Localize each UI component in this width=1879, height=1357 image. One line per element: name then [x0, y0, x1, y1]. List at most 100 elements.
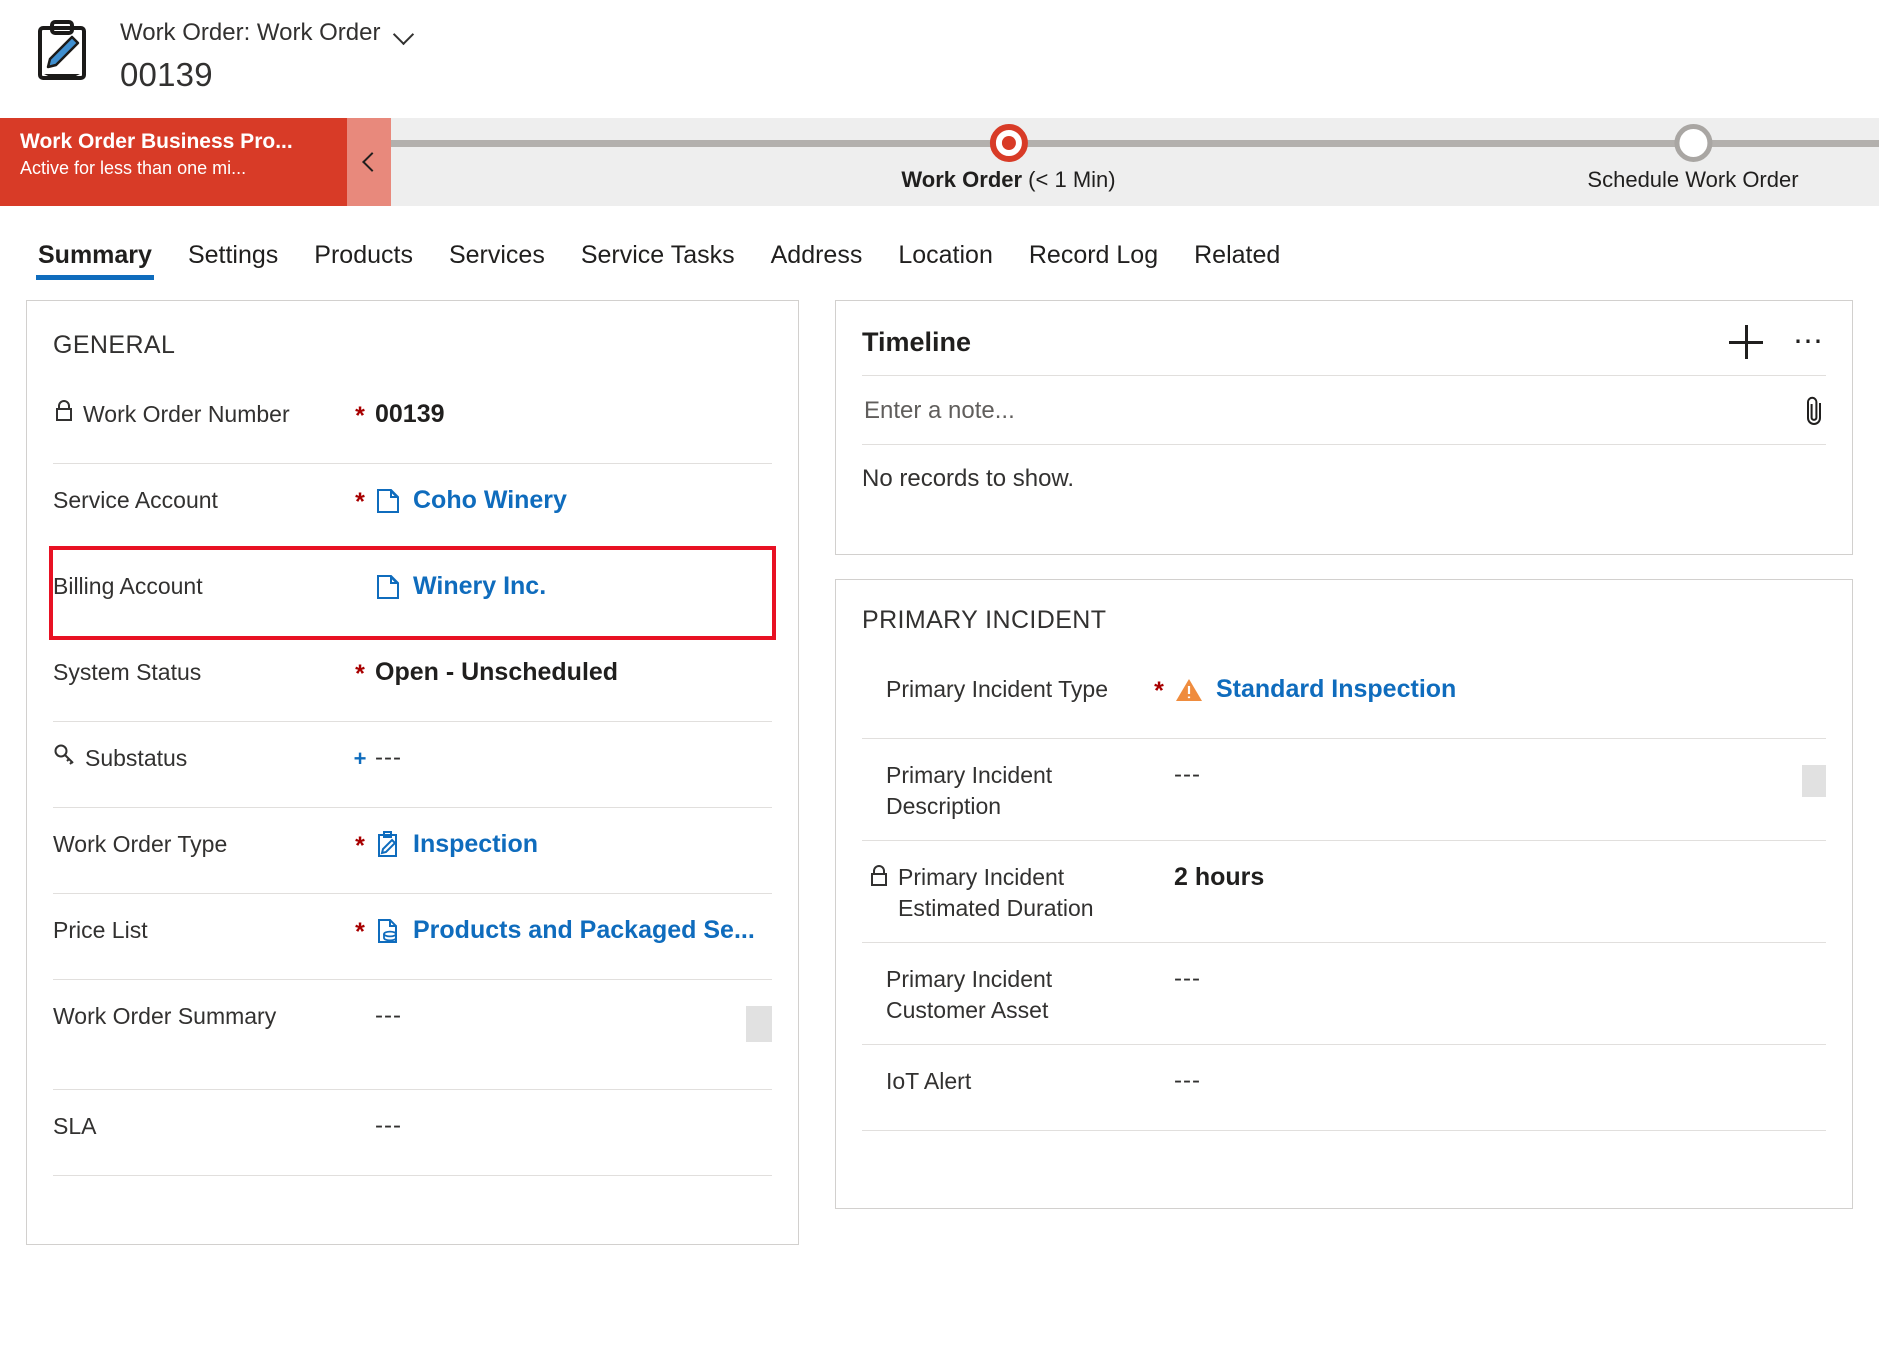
field-service-account[interactable]: Service Account * Coho Winery	[53, 464, 772, 550]
empty-value: ---	[375, 1112, 402, 1139]
form-body: GENERAL Work Order Number * 00139 Servic…	[0, 286, 1879, 1245]
tab-services[interactable]: Services	[431, 241, 563, 286]
right-column: Timeline ⋯ No records to show. PRIMARY I…	[835, 300, 1853, 1209]
tab-settings[interactable]: Settings	[170, 241, 296, 286]
process-stage-schedule-work-order[interactable]: Schedule Work Order	[1587, 118, 1799, 193]
business-process-flow: Work Order Business Pro... Active for le…	[0, 118, 1879, 206]
stage-label-work-order: Work Order (< 1 Min)	[901, 167, 1115, 193]
work-order-type-icon	[375, 830, 401, 859]
primary-incident-card: PRIMARY INCIDENT Primary Incident Type *…	[835, 579, 1853, 1209]
value-work-order-number: 00139	[375, 400, 445, 428]
value-service-account: Coho Winery	[375, 482, 772, 515]
stage-inactive-marker-icon	[1673, 124, 1712, 162]
tab-products[interactable]: Products	[296, 241, 431, 286]
stage-label-schedule-work-order: Schedule Work Order	[1587, 167, 1799, 192]
required-indicator: *	[355, 488, 365, 516]
paperclip-icon[interactable]	[1804, 394, 1826, 428]
textarea-resize-handle[interactable]	[1802, 765, 1826, 797]
required-indicator: *	[355, 832, 365, 860]
account-record-icon	[375, 487, 401, 515]
plus-icon[interactable]	[1729, 325, 1763, 359]
optional-indicator: +	[353, 746, 367, 771]
timeline-empty-message: No records to show.	[862, 465, 1075, 492]
tab-record-log[interactable]: Record Log	[1011, 241, 1176, 286]
required-indicator: *	[1144, 1063, 1174, 1098]
value-primary-incident-type: Standard Inspection	[1174, 671, 1826, 704]
required-indicator: *	[1144, 961, 1174, 996]
form-tab-bar: Summary Settings Products Services Servi…	[0, 206, 1879, 286]
field-price-list[interactable]: Price List * Products and Packaged Se...	[53, 894, 772, 980]
label-text: Work Order Number	[83, 401, 290, 427]
general-section-title: GENERAL	[53, 331, 176, 359]
tab-related[interactable]: Related	[1176, 241, 1298, 286]
field-label-work-order-summary: Work Order Summary	[53, 1003, 277, 1029]
process-name-panel[interactable]: Work Order Business Pro... Active for le…	[0, 118, 347, 206]
field-system-status[interactable]: System Status * Open - Unscheduled	[53, 636, 772, 722]
process-name: Work Order Business Pro...	[20, 130, 293, 153]
link-price-list[interactable]: Products and Packaged Se...	[413, 916, 755, 945]
record-header: Work Order: Work Order 00139	[0, 0, 1879, 118]
timeline-title: Timeline	[862, 326, 972, 357]
required-indicator: *	[355, 660, 365, 688]
more-options-icon[interactable]: ⋯	[1793, 327, 1826, 357]
field-label-primary-incident-type: Primary Incident Type	[886, 676, 1109, 702]
note-input[interactable]	[862, 396, 1804, 426]
field-label-primary-incident-customer-asset: Primary Incident Customer Asset	[886, 966, 1053, 1024]
link-work-order-type[interactable]: Inspection	[413, 830, 538, 859]
lock-icon	[868, 864, 890, 888]
field-work-order-type[interactable]: Work Order Type * Inspection	[53, 808, 772, 894]
label-text: Substatus	[85, 745, 188, 771]
field-billing-account[interactable]: Billing Account * Winery Inc.	[49, 546, 776, 640]
field-label-work-order-number: Work Order Number	[53, 396, 345, 430]
chevron-down-icon[interactable]	[394, 27, 416, 39]
process-stage-work-order[interactable]: Work Order (< 1 Min)	[901, 118, 1116, 193]
timeline-card: Timeline ⋯ No records to show.	[835, 300, 1853, 555]
value-system-status: Open - Unscheduled	[375, 658, 619, 686]
timeline-note-row	[862, 376, 1826, 445]
page-title: 00139	[120, 56, 213, 94]
empty-value: ---	[375, 1002, 402, 1029]
process-status: Active for less than one mi...	[20, 158, 247, 179]
value-primary-incident-description: ---	[1174, 757, 1826, 789]
field-primary-incident-type[interactable]: Primary Incident Type * Standard Inspect…	[862, 653, 1826, 739]
field-label-iot-alert: IoT Alert	[886, 1068, 972, 1095]
link-service-account[interactable]: Coho Winery	[413, 486, 567, 515]
clipboard-pencil-icon	[34, 20, 94, 86]
chevron-left-icon	[361, 152, 382, 172]
field-iot-alert[interactable]: IoT Alert * ---	[862, 1045, 1826, 1132]
stage-name: Work Order	[901, 167, 1023, 192]
value-iot-alert: ---	[1174, 1063, 1826, 1095]
field-sla[interactable]: SLA * ---	[53, 1090, 772, 1176]
link-primary-incident-type[interactable]: Standard Inspection	[1216, 675, 1456, 704]
tab-service-tasks[interactable]: Service Tasks	[563, 241, 753, 286]
lock-icon	[53, 399, 75, 423]
field-work-order-summary[interactable]: Work Order Summary * ---	[53, 980, 772, 1090]
breadcrumb[interactable]: Work Order: Work Order	[120, 19, 416, 46]
field-primary-incident-description[interactable]: Primary Incident Description * ---	[862, 739, 1826, 842]
field-primary-incident-customer-asset[interactable]: Primary Incident Customer Asset * ---	[862, 943, 1826, 1046]
label-text: Primary Incident Estimated Duration	[898, 864, 1094, 922]
incident-type-warning-icon	[1174, 676, 1204, 704]
tab-location[interactable]: Location	[880, 241, 1011, 286]
field-label-service-account: Service Account	[53, 487, 218, 513]
breadcrumb-label: Work Order: Work Order	[120, 19, 381, 46]
empty-value: ---	[1174, 761, 1201, 788]
primary-incident-title: PRIMARY INCIDENT	[862, 606, 1107, 634]
link-billing-account[interactable]: Winery Inc.	[413, 572, 546, 601]
textarea-resize-handle[interactable]	[746, 1006, 772, 1042]
field-label-work-order-type: Work Order Type	[53, 831, 228, 857]
empty-value: ---	[375, 744, 402, 771]
account-record-icon	[375, 573, 401, 601]
empty-value: ---	[1174, 1067, 1201, 1095]
field-substatus[interactable]: Substatus + ---	[53, 722, 772, 808]
process-stages: Work Order (< 1 Min) Schedule Work Order	[391, 118, 1879, 206]
field-label-primary-incident-estimated-duration: Primary Incident Estimated Duration	[868, 859, 1144, 924]
field-work-order-number[interactable]: Work Order Number * 00139	[53, 378, 772, 464]
value-sla: ---	[375, 1108, 772, 1140]
tab-summary[interactable]: Summary	[20, 241, 170, 286]
field-primary-incident-estimated-duration[interactable]: Primary Incident Estimated Duration * 2 …	[862, 841, 1826, 944]
field-label-system-status: System Status	[53, 659, 202, 685]
process-collapse-button[interactable]	[347, 118, 391, 206]
tab-address[interactable]: Address	[753, 241, 881, 286]
field-label-price-list: Price List	[53, 917, 148, 943]
